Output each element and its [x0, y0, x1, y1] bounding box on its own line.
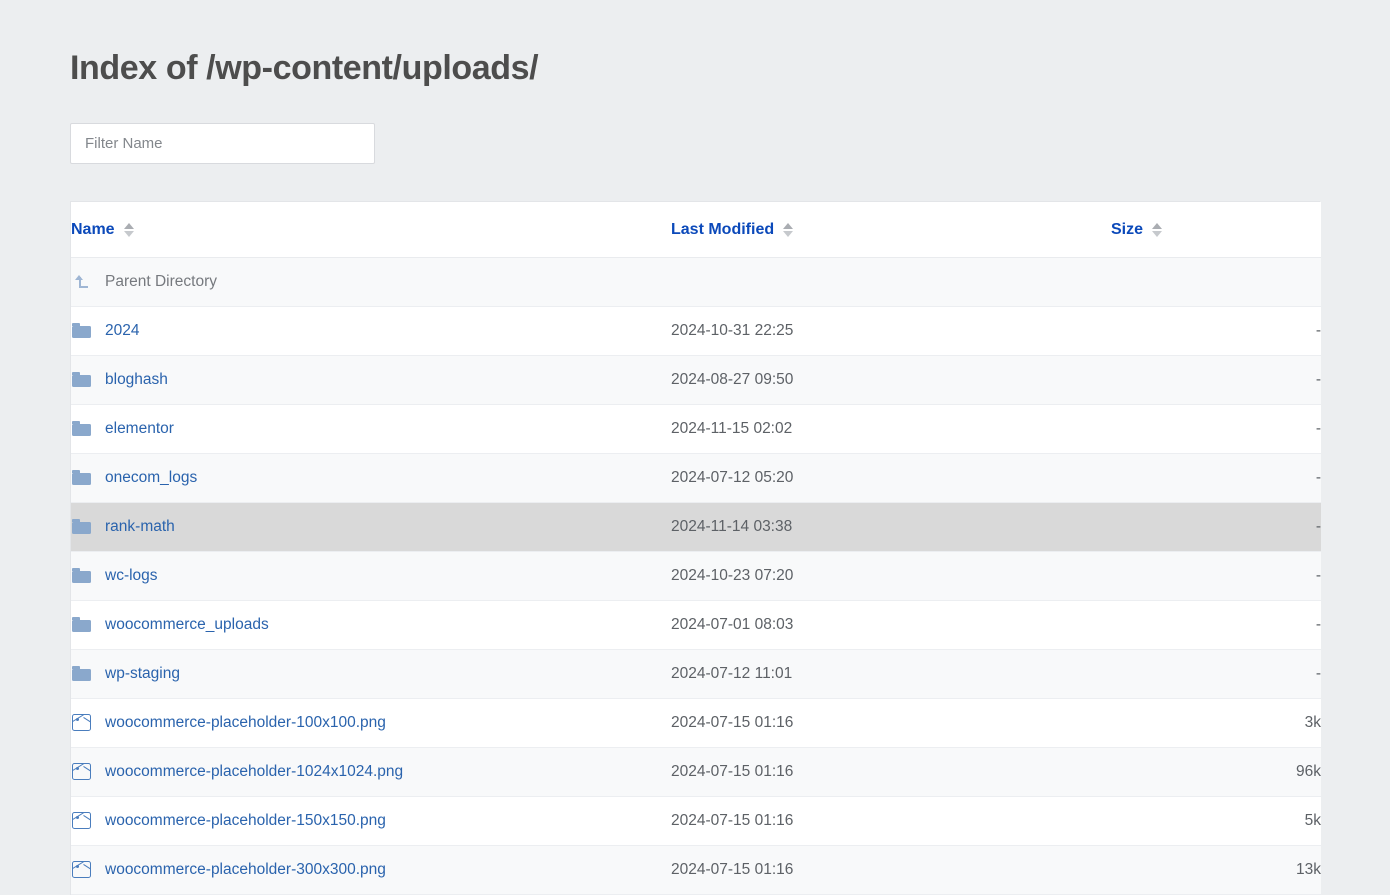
directory-listing-table: Name Last Modified Size	[70, 201, 1320, 895]
parent-directory-row[interactable]: Parent Directory	[71, 257, 1321, 306]
filter-section	[70, 123, 1390, 164]
parent-directory-modified	[671, 257, 1111, 306]
folder-icon	[71, 615, 91, 635]
file-name-link[interactable]: woocommerce-placeholder-100x100.png	[105, 714, 386, 732]
file-size-cell: -	[1111, 404, 1321, 453]
image-file-icon	[71, 860, 91, 880]
file-size-cell: 5k	[1111, 796, 1321, 845]
file-size-cell: 13k	[1111, 845, 1321, 894]
table-row[interactable]: onecom_logs 2024-07-12 05:20-	[71, 453, 1321, 502]
page-title: Index of /wp-content/uploads/	[70, 0, 1390, 89]
file-size-cell: -	[1111, 502, 1321, 551]
file-name-link[interactable]: rank-math	[105, 518, 175, 536]
table-header: Name Last Modified Size	[71, 202, 1321, 258]
file-name-link[interactable]: 2024	[105, 322, 139, 340]
folder-icon	[71, 517, 91, 537]
folder-icon	[71, 370, 91, 390]
sort-arrows-icon[interactable]	[1152, 223, 1162, 237]
parent-directory-size	[1111, 257, 1321, 306]
file-modified-cell: 2024-07-15 01:16	[671, 747, 1111, 796]
file-size-cell: 96k	[1111, 747, 1321, 796]
image-file-icon	[71, 811, 91, 831]
file-name-link[interactable]: woocommerce-placeholder-1024x1024.png	[105, 763, 403, 781]
file-modified-cell: 2024-10-23 07:20	[671, 551, 1111, 600]
file-modified-cell: 2024-07-12 11:01	[671, 649, 1111, 698]
parent-directory-label[interactable]: Parent Directory	[105, 273, 217, 291]
filter-name-input[interactable]	[70, 123, 375, 164]
image-file-icon	[71, 713, 91, 733]
file-size-cell: -	[1111, 600, 1321, 649]
file-name-link[interactable]: woocommerce_uploads	[105, 616, 269, 634]
file-modified-cell: 2024-07-12 05:20	[671, 453, 1111, 502]
column-header-last-modified[interactable]: Last Modified	[671, 202, 1111, 258]
file-modified-cell: 2024-07-15 01:16	[671, 845, 1111, 894]
file-modified-cell: 2024-07-01 08:03	[671, 600, 1111, 649]
file-name-link[interactable]: bloghash	[105, 371, 168, 389]
table-row[interactable]: wc-logs 2024-10-23 07:20-	[71, 551, 1321, 600]
image-file-icon	[71, 762, 91, 782]
column-header-name[interactable]: Name	[71, 202, 671, 258]
table-row[interactable]: bloghash 2024-08-27 09:50-	[71, 355, 1321, 404]
file-size-cell: -	[1111, 306, 1321, 355]
column-header-size-label: Size	[1111, 221, 1143, 239]
table-body: Parent Directory20242024-10-31 22:25-blo…	[71, 257, 1321, 894]
folder-icon	[71, 468, 91, 488]
table-row[interactable]: woocommerce-placeholder-1024x1024.png 202…	[71, 747, 1321, 796]
sort-arrows-icon[interactable]	[783, 223, 793, 237]
file-modified-cell: 2024-11-14 03:38	[671, 502, 1111, 551]
file-size-cell: -	[1111, 551, 1321, 600]
column-header-name-label: Name	[71, 221, 115, 239]
file-modified-cell: 2024-11-15 02:02	[671, 404, 1111, 453]
page-container: Index of /wp-content/uploads/ Name	[0, 0, 1390, 895]
table-row[interactable]: elementor 2024-11-15 02:02-	[71, 404, 1321, 453]
file-size-cell: -	[1111, 649, 1321, 698]
sort-arrows-icon[interactable]	[124, 223, 134, 237]
folder-icon	[71, 419, 91, 439]
table-row[interactable]: rank-math 2024-11-14 03:38-	[71, 502, 1321, 551]
file-modified-cell: 2024-07-15 01:16	[671, 796, 1111, 845]
file-modified-cell: 2024-08-27 09:50	[671, 355, 1111, 404]
arrow-turn-up-icon	[71, 272, 91, 292]
file-size-cell: -	[1111, 453, 1321, 502]
file-size-cell: 3k	[1111, 698, 1321, 747]
file-size-cell: -	[1111, 355, 1321, 404]
file-name-link[interactable]: wc-logs	[105, 567, 158, 585]
table-row[interactable]: wp-staging 2024-07-12 11:01-	[71, 649, 1321, 698]
table-row[interactable]: woocommerce-placeholder-100x100.png 2024-…	[71, 698, 1321, 747]
table-row[interactable]: woocommerce-placeholder-150x150.png 2024-…	[71, 796, 1321, 845]
file-name-link[interactable]: woocommerce-placeholder-150x150.png	[105, 812, 386, 830]
table-row[interactable]: woocommerce_uploads 2024-07-01 08:03-	[71, 600, 1321, 649]
file-name-link[interactable]: elementor	[105, 420, 174, 438]
folder-icon	[71, 566, 91, 586]
file-name-link[interactable]: wp-staging	[105, 665, 180, 683]
file-modified-cell: 2024-10-31 22:25	[671, 306, 1111, 355]
folder-icon	[71, 321, 91, 341]
table-row[interactable]: woocommerce-placeholder-300x300.png 2024-…	[71, 845, 1321, 894]
column-header-size[interactable]: Size	[1111, 202, 1321, 258]
table-row[interactable]: 2024 2024-10-31 22:25-	[71, 306, 1321, 355]
column-header-last-modified-label: Last Modified	[671, 221, 774, 239]
file-name-link[interactable]: woocommerce-placeholder-300x300.png	[105, 861, 386, 879]
folder-icon	[71, 664, 91, 684]
file-name-link[interactable]: onecom_logs	[105, 469, 197, 487]
file-modified-cell: 2024-07-15 01:16	[671, 698, 1111, 747]
